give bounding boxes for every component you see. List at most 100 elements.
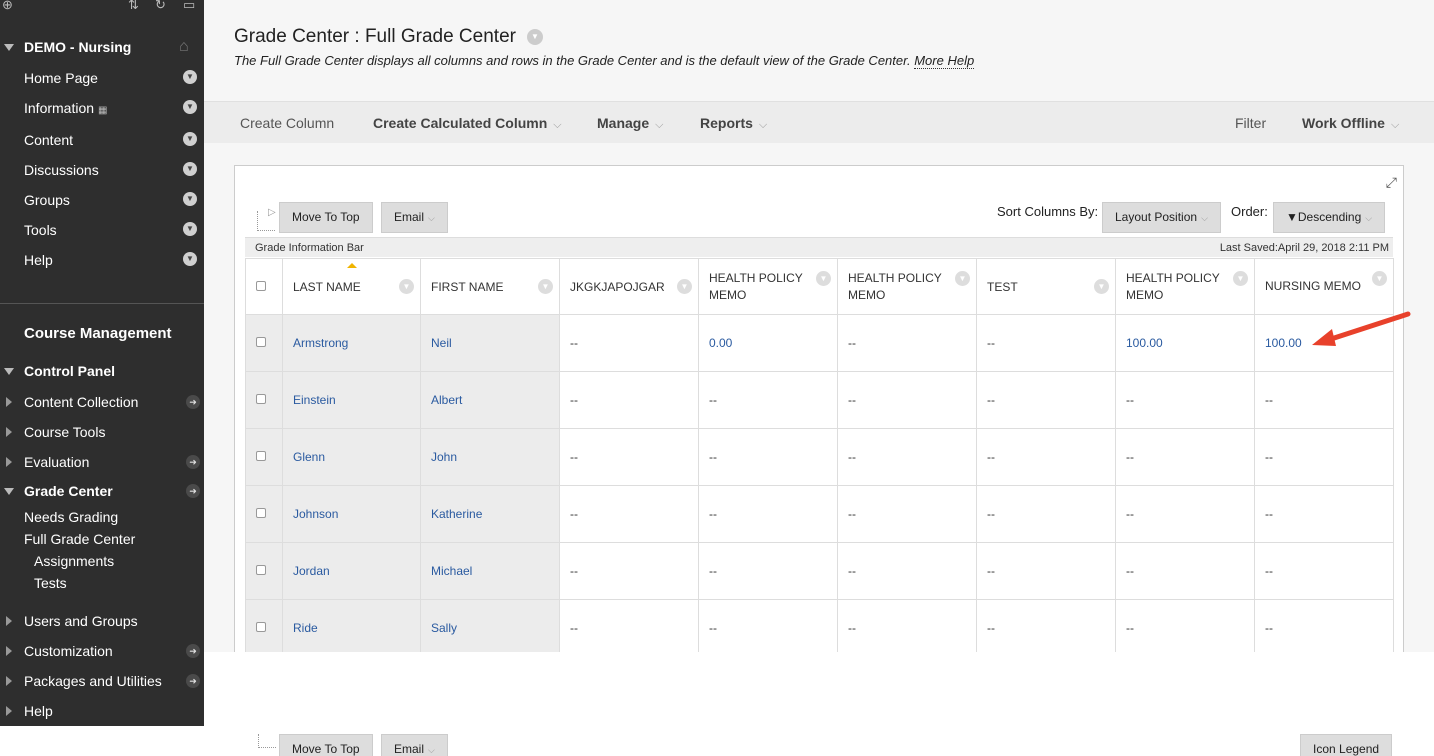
expand-icon[interactable] — [6, 427, 12, 437]
grade-cell[interactable]: -- — [837, 314, 977, 372]
grade-cell[interactable]: -- — [837, 599, 977, 657]
cp-users-groups[interactable]: Users and Groups — [24, 613, 138, 629]
refresh-icon[interactable]: ↻ — [155, 0, 166, 13]
chevron-down-icon[interactable]: ▼ — [183, 100, 197, 114]
grade-cell[interactable]: -- — [1254, 485, 1394, 543]
chevron-down-icon[interactable]: ▼ — [183, 222, 197, 236]
first-name-cell[interactable]: John — [420, 428, 560, 486]
menu-item-discussions[interactable]: Discussions — [24, 162, 99, 178]
work-offline-label[interactable]: Work Offline — [1302, 115, 1385, 131]
grade-cell[interactable]: 100.00 — [1115, 314, 1255, 372]
student-name-link[interactable]: Sally — [431, 621, 457, 635]
last-name-cell[interactable]: Johnson — [282, 485, 421, 543]
student-name-link[interactable]: Ride — [293, 621, 318, 635]
chevron-down-icon[interactable]: ▼ — [183, 192, 197, 206]
grade-cell[interactable]: -- — [837, 428, 977, 486]
email-label[interactable]: Email — [394, 210, 424, 224]
menu-item-help[interactable]: Help — [24, 252, 53, 268]
create-calculated-column-button[interactable]: Create Calculated Column ⌵ — [373, 115, 562, 132]
student-name-link[interactable]: John — [431, 450, 457, 464]
student-name-link[interactable]: Einstein — [293, 393, 336, 407]
add-icon[interactable]: ⊕ — [2, 0, 13, 13]
table-row[interactable]: Glenn John -- -- -- -- -- -- — [245, 428, 1394, 486]
grade-cell[interactable]: -- — [976, 428, 1116, 486]
row-checkbox[interactable] — [256, 451, 266, 461]
manage-label[interactable]: Manage — [597, 115, 649, 131]
cp-needs-grading[interactable]: Needs Grading — [24, 509, 118, 525]
arrow-right-icon[interactable]: ➜ — [186, 455, 200, 469]
grade-value[interactable]: 100.00 — [1126, 336, 1163, 350]
order-select[interactable]: ▼Descending ⌵ — [1273, 202, 1386, 233]
first-name-cell[interactable]: Sally — [420, 599, 560, 657]
grade-cell[interactable]: -- — [837, 485, 977, 543]
arrow-right-icon[interactable]: ➜ — [186, 395, 200, 409]
chevron-down-icon[interactable]: ▼ — [538, 279, 553, 294]
student-name-link[interactable]: Katherine — [431, 507, 482, 521]
collapse-icon[interactable] — [4, 488, 14, 495]
first-name-cell[interactable]: Albert — [420, 371, 560, 429]
menu-item-home[interactable]: Home Page — [24, 70, 98, 86]
cp-help[interactable]: Help — [24, 703, 53, 719]
cp-content-collection[interactable]: Content Collection — [24, 394, 138, 410]
grade-cell[interactable]: -- — [1115, 371, 1255, 429]
student-name-link[interactable]: Neil — [431, 336, 452, 350]
student-name-link[interactable]: Johnson — [293, 507, 338, 521]
grade-cell[interactable]: 0.00 — [698, 314, 838, 372]
grade-cell[interactable]: -- — [976, 542, 1116, 600]
control-panel-heading[interactable]: Control Panel — [24, 363, 115, 379]
reports-menu[interactable]: Reports ⌵ — [700, 115, 767, 132]
chevron-down-icon[interactable]: ▼ — [183, 252, 197, 266]
last-name-cell[interactable]: Jordan — [282, 542, 421, 600]
student-name-link[interactable]: Albert — [431, 393, 462, 407]
collapse-icon[interactable] — [4, 44, 14, 51]
course-title[interactable]: DEMO - Nursing — [24, 39, 131, 55]
chevron-down-icon[interactable]: ▼ — [1094, 279, 1109, 294]
arrow-right-icon[interactable]: ➜ — [186, 484, 200, 498]
table-row[interactable]: Armstrong Neil -- 0.00 -- -- 100.00 100.00 — [245, 314, 1394, 372]
move-to-top-button[interactable]: Move To Top — [279, 202, 373, 233]
order-value[interactable]: ▼Descending — [1286, 210, 1361, 224]
row-checkbox[interactable] — [256, 394, 266, 404]
first-name-cell[interactable]: Neil — [420, 314, 560, 372]
student-name-link[interactable]: Jordan — [293, 564, 330, 578]
menu-item-label[interactable]: Information — [24, 100, 94, 116]
grade-cell[interactable]: -- — [1115, 542, 1255, 600]
column-header[interactable]: HEALTH POLICY MEMO ▼ — [1115, 258, 1255, 315]
create-calculated-column-label[interactable]: Create Calculated Column — [373, 115, 547, 131]
menu-item-information[interactable]: Information ▦ — [24, 100, 107, 116]
row-checkbox[interactable] — [256, 337, 266, 347]
cp-full-grade-center[interactable]: Full Grade Center — [24, 531, 135, 547]
icon-legend-button[interactable]: Icon Legend — [1300, 734, 1393, 756]
grade-cell[interactable]: -- — [559, 314, 699, 372]
menu-item-content[interactable]: Content — [24, 132, 73, 148]
column-header[interactable]: FIRST NAME ▼ — [420, 258, 560, 315]
student-name-link[interactable]: Glenn — [293, 450, 325, 464]
expand-icon[interactable] — [6, 616, 12, 626]
cp-course-tools[interactable]: Course Tools — [24, 424, 105, 440]
cp-tests[interactable]: Tests — [34, 575, 67, 591]
grade-cell[interactable]: -- — [837, 542, 977, 600]
chevron-down-icon[interactable]: ▼ — [399, 279, 414, 294]
email-button[interactable]: Email ⌵ — [381, 202, 448, 233]
grade-cell[interactable]: -- — [698, 485, 838, 543]
last-name-cell[interactable]: Glenn — [282, 428, 421, 486]
column-header[interactable]: LAST NAME ▼ — [282, 258, 421, 315]
course-header[interactable]: DEMO - Nursing ⌂ — [0, 38, 204, 58]
grade-cell[interactable]: -- — [1254, 542, 1394, 600]
chevron-down-icon[interactable]: ▼ — [1233, 271, 1248, 286]
menu-item-groups[interactable]: Groups — [24, 192, 70, 208]
expand-icon[interactable] — [6, 457, 12, 467]
grade-cell[interactable]: -- — [976, 371, 1116, 429]
email-button[interactable]: Email ⌵ — [381, 734, 448, 756]
grade-cell[interactable]: -- — [698, 599, 838, 657]
column-header[interactable]: JKGKJAPOJGAR ▼ — [559, 258, 699, 315]
grade-cell[interactable]: -- — [976, 314, 1116, 372]
email-label[interactable]: Email — [394, 742, 424, 756]
table-row[interactable]: Einstein Albert -- -- -- -- -- -- — [245, 371, 1394, 429]
last-name-cell[interactable]: Ride — [282, 599, 421, 657]
expand-icon[interactable] — [6, 646, 12, 656]
table-row[interactable]: Ride Sally -- -- -- -- -- -- — [245, 599, 1394, 657]
chevron-down-icon[interactable]: ▼ — [816, 271, 831, 286]
cp-grade-center[interactable]: Grade Center — [24, 483, 113, 499]
grade-cell[interactable]: -- — [1254, 371, 1394, 429]
